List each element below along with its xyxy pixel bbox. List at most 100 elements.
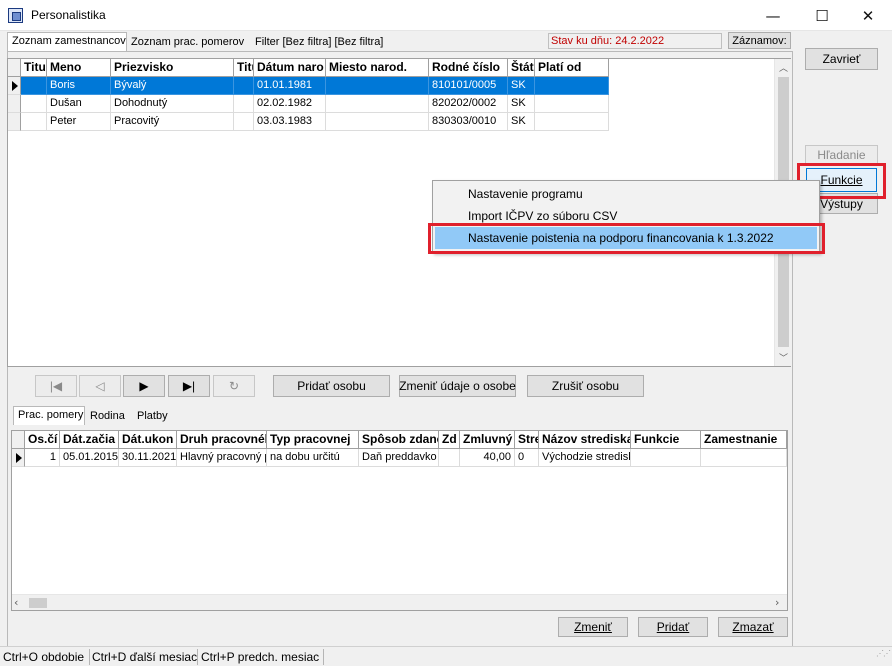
column-header[interactable]: Typ pracovnej bbox=[267, 431, 359, 449]
table-cell[interactable] bbox=[21, 95, 47, 113]
table-cell[interactable] bbox=[439, 449, 460, 467]
menu-item-program-settings[interactable]: Nastavenie programu bbox=[435, 183, 817, 205]
table-cell[interactable]: 05.01.2015 bbox=[60, 449, 119, 467]
tab-payments[interactable]: Platby bbox=[133, 408, 172, 427]
table-cell[interactable]: 01.01.1981 bbox=[254, 77, 326, 95]
table-cell[interactable] bbox=[21, 113, 47, 131]
column-header[interactable]: Stre bbox=[515, 431, 539, 449]
table-cell[interactable]: Hlavný pracovný p bbox=[177, 449, 267, 467]
tab-employee-list[interactable]: Zoznam zamestnancov bbox=[7, 32, 127, 51]
column-header[interactable]: Spôsob zdane bbox=[359, 431, 439, 449]
edit-employment-button[interactable]: Zmeniť bbox=[558, 617, 628, 637]
column-header[interactable]: Zamestnanie bbox=[701, 431, 787, 449]
column-header[interactable]: Štát bbox=[508, 59, 535, 77]
tab-family[interactable]: Rodina bbox=[86, 408, 129, 427]
table-cell[interactable]: SK bbox=[508, 95, 535, 113]
previous-record-button[interactable]: ◁ bbox=[79, 375, 121, 397]
table-cell[interactable] bbox=[326, 113, 429, 131]
table-cell[interactable] bbox=[701, 449, 787, 467]
column-header[interactable]: Zd bbox=[439, 431, 460, 449]
column-header[interactable]: Os.čí bbox=[25, 431, 60, 449]
table-cell[interactable]: Boris bbox=[47, 77, 111, 95]
table-cell[interactable] bbox=[535, 113, 609, 131]
table-cell[interactable] bbox=[535, 95, 609, 113]
column-header[interactable]: Titu bbox=[21, 59, 47, 77]
table-cell[interactable]: 1 bbox=[25, 449, 60, 467]
table-cell[interactable]: Východzie stredisk bbox=[539, 449, 631, 467]
scroll-right-icon[interactable]: › bbox=[775, 596, 779, 609]
column-header[interactable]: Dátum naro bbox=[254, 59, 326, 77]
column-header[interactable]: Meno bbox=[47, 59, 111, 77]
table-cell[interactable] bbox=[535, 77, 609, 95]
table-cell[interactable]: 03.03.1983 bbox=[254, 113, 326, 131]
scroll-up-icon[interactable]: ︿ bbox=[775, 61, 792, 74]
status-separator bbox=[89, 649, 90, 665]
table-cell[interactable] bbox=[21, 77, 47, 95]
table-cell[interactable]: Bývalý bbox=[111, 77, 234, 95]
column-header[interactable]: Dát.začia bbox=[60, 431, 119, 449]
last-icon: ▶| bbox=[182, 379, 196, 393]
close-button[interactable]: Zavrieť bbox=[805, 48, 878, 70]
tab-employment[interactable]: Prac. pomery bbox=[13, 406, 85, 425]
scroll-left-icon[interactable]: ‹ bbox=[14, 596, 18, 609]
maximize-button[interactable]: ☐ bbox=[799, 0, 845, 31]
scroll-thumb[interactable] bbox=[29, 598, 47, 608]
current-row-indicator bbox=[12, 449, 25, 467]
search-button[interactable]: Hľadanie bbox=[805, 145, 878, 165]
edit-person-button[interactable]: Zmeniť údaje o osobe bbox=[399, 375, 516, 397]
column-header[interactable]: Zmluvný bbox=[460, 431, 515, 449]
column-header[interactable]: Dát.ukon bbox=[119, 431, 177, 449]
table-cell[interactable]: 30.11.2021 bbox=[119, 449, 177, 467]
table-cell[interactable] bbox=[234, 95, 254, 113]
add-person-button[interactable]: Pridať osobu bbox=[273, 375, 390, 397]
table-cell[interactable]: 02.02.1982 bbox=[254, 95, 326, 113]
table-cell[interactable]: Dohodnutý bbox=[111, 95, 234, 113]
last-record-button[interactable]: ▶| bbox=[168, 375, 210, 397]
column-header[interactable]: Priezvisko bbox=[111, 59, 234, 77]
row-pointer-icon bbox=[16, 453, 22, 463]
close-window-button[interactable]: ✕ bbox=[845, 0, 891, 31]
column-header[interactable]: Funkcie bbox=[631, 431, 701, 449]
column-header[interactable]: Rodné číslo bbox=[429, 59, 508, 77]
table-cell[interactable]: Daň preddavko bbox=[359, 449, 439, 467]
column-header[interactable]: Titu bbox=[234, 59, 254, 77]
table-cell[interactable] bbox=[234, 113, 254, 131]
table-cell[interactable]: Pracovitý bbox=[111, 113, 234, 131]
cancel-person-button[interactable]: Zrušiť osobu bbox=[527, 375, 644, 397]
table-cell[interactable]: 810101/0005 bbox=[429, 77, 508, 95]
scroll-down-icon[interactable]: ﹀ bbox=[775, 351, 792, 364]
table-cell[interactable]: SK bbox=[508, 77, 535, 95]
refresh-button[interactable]: ↻ bbox=[213, 375, 255, 397]
table-cell[interactable]: Peter bbox=[47, 113, 111, 131]
table-cell[interactable]: 40,00 bbox=[460, 449, 515, 467]
next-record-button[interactable]: ▶ bbox=[123, 375, 165, 397]
table-cell[interactable] bbox=[234, 77, 254, 95]
status-bar: Ctrl+O obdobie Ctrl+D ďalší mesiac Ctrl+… bbox=[0, 646, 892, 666]
employment-horizontal-scrollbar[interactable]: ‹ › bbox=[12, 594, 787, 610]
column-header[interactable]: Názov strediska bbox=[539, 431, 631, 449]
column-header[interactable]: Miesto narod. bbox=[326, 59, 429, 77]
table-cell[interactable]: 0 bbox=[515, 449, 539, 467]
column-header[interactable]: Druh pracovnél bbox=[177, 431, 267, 449]
row-indicator-header bbox=[8, 59, 21, 77]
table-cell[interactable]: 830303/0010 bbox=[429, 113, 508, 131]
app-icon bbox=[8, 8, 23, 23]
table-cell[interactable] bbox=[326, 77, 429, 95]
edit-employment-label: Zmeniť bbox=[574, 620, 612, 634]
add-employment-button[interactable]: Pridať bbox=[638, 617, 708, 637]
first-record-button[interactable]: |◀ bbox=[35, 375, 77, 397]
delete-employment-button[interactable]: Zmazať bbox=[718, 617, 788, 637]
records-button[interactable]: Záznamov: bbox=[728, 32, 791, 49]
table-cell[interactable]: SK bbox=[508, 113, 535, 131]
next-icon: ▶ bbox=[139, 379, 149, 393]
table-cell[interactable] bbox=[326, 95, 429, 113]
table-cell[interactable]: Dušan bbox=[47, 95, 111, 113]
minimize-button[interactable]: — bbox=[750, 0, 796, 31]
table-cell[interactable]: 820202/0002 bbox=[429, 95, 508, 113]
table-cell[interactable]: na dobu určitú bbox=[267, 449, 359, 467]
table-cell[interactable] bbox=[631, 449, 701, 467]
resize-grip-icon[interactable]: ⋰⋰ bbox=[876, 650, 891, 663]
employment-grid[interactable]: Os.čí Dát.začia Dát.ukon Druh pracovnél … bbox=[11, 430, 788, 611]
column-header[interactable]: Platí od bbox=[535, 59, 609, 77]
status-shortcut-period: Ctrl+O obdobie bbox=[3, 650, 85, 664]
